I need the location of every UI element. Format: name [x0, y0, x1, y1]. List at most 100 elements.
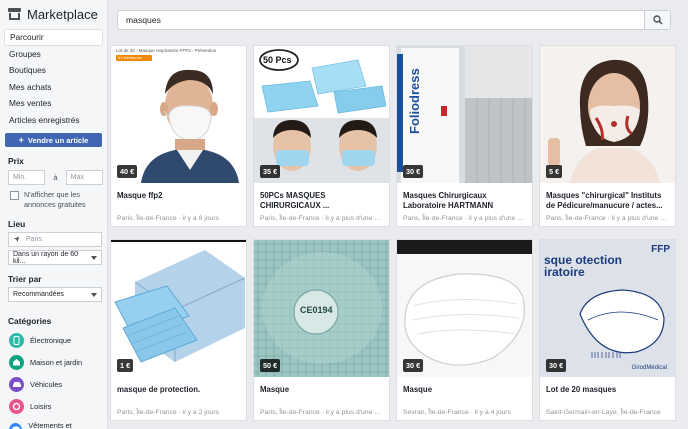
nav-item-groupes[interactable]: Groupes	[4, 46, 103, 63]
category-electronique[interactable]: Électronique	[4, 329, 103, 351]
marketplace-icon	[8, 8, 21, 20]
listing-title: 50PCs MASQUES CHIRURGICAUX ...	[260, 191, 330, 210]
man-with-mask-photo	[141, 69, 239, 183]
price-max-input[interactable]: Max	[65, 170, 103, 185]
brand[interactable]: Marketplace	[4, 4, 103, 24]
listing-card[interactable]: 5 € Masques "chirurgical" Instituts de P…	[539, 45, 676, 227]
listing-image: 50 Pcs 35 €	[254, 46, 389, 183]
listing-card[interactable]: 50 Pcs 35 € 50PCs MASQUES CHIRURGICAUX .…	[253, 45, 390, 227]
nav-item-boutiques[interactable]: Boutiques	[4, 62, 103, 79]
listing-title: Masques "chirurgical" Instituts de Pédic…	[546, 191, 663, 210]
price-badge: 40 €	[117, 165, 138, 178]
price-range: Min. à Max	[4, 170, 103, 185]
sort-value: Recommandées	[13, 291, 64, 298]
category-label: Loisirs	[30, 401, 52, 411]
listing-meta: Paris, Île-de-France · il y a plus d'une…	[546, 215, 670, 222]
search-input[interactable]	[118, 11, 644, 29]
woman-with-mask-photo	[548, 59, 660, 183]
surgical-masks-pack-photo	[254, 49, 389, 183]
location-section-title: Lieu	[8, 219, 26, 229]
app-title: Marketplace	[27, 6, 98, 22]
listing-image: Lot de 20 - Masque respiratoire FFP2 - P…	[111, 46, 246, 183]
listing-image: CE0194 50 €	[254, 240, 389, 377]
price-badge: 50 €	[260, 359, 281, 372]
listing-image: sque otection iratoire FFP GirodMédical …	[540, 240, 675, 377]
category-label: Véhicules	[30, 379, 63, 389]
location-value: Paris	[26, 236, 42, 243]
category-vetements[interactable]: Vêtements et accessoires	[4, 417, 103, 429]
listing-card[interactable]: CE0194 50 € Masque Paris, Île-de-France …	[253, 239, 390, 421]
category-label: Vêtements et accessoires	[28, 421, 72, 429]
price-badge: 30 €	[546, 359, 567, 372]
hobby-icon	[9, 398, 24, 414]
listing-image: 1 €	[111, 240, 246, 377]
listing-card[interactable]: Lot de 20 - Masque respiratoire FFP2 - P…	[110, 45, 247, 227]
chevron-down-icon	[91, 255, 97, 260]
search-button[interactable]	[644, 11, 670, 29]
category-vehicules[interactable]: Véhicules	[4, 373, 103, 395]
price-badge: 5 €	[546, 165, 563, 178]
listing-image: 30 €	[397, 240, 532, 377]
package-text: sque otection iratoire	[544, 253, 623, 279]
listing-card[interactable]: sque otection iratoire FFP GirodMédical …	[539, 239, 676, 421]
radius-value: Dans un rayon de 60 kil...	[13, 250, 78, 265]
listing-meta: Paris, Île-de-France · il y a 6 jours	[117, 215, 219, 222]
sort-section-title: Trier par	[8, 274, 42, 284]
listing-title: Masques Chirurgicaux Laboratoire HARTMAN…	[403, 191, 494, 210]
listing-card[interactable]: 30 € Masque Sevran, Île-de-France · il y…	[396, 239, 533, 421]
free-only-label: N'afficher que les annonces gratuites	[24, 190, 86, 209]
price-separator: à	[53, 173, 58, 182]
sidebar-nav: Parcourir Groupes Boutiques Mes achats M…	[4, 29, 103, 128]
price-badge: 30 €	[403, 359, 424, 372]
nav-item-mes-achats[interactable]: Mes achats	[4, 79, 103, 96]
nav-item-articles-enregistres[interactable]: Articles enregistrés	[4, 112, 103, 129]
package-brand-label: GirodMédical	[631, 365, 667, 371]
price-badge: 1 €	[117, 359, 134, 372]
price-badge: 30 €	[403, 165, 424, 178]
listing-image: Foliodress 30 €	[397, 46, 532, 183]
listing-meta: Saint-Germain-en-Laye, Île-de-France	[546, 409, 661, 416]
phone-icon	[9, 332, 24, 348]
location-arrow-icon	[13, 236, 20, 243]
free-only-checkbox[interactable]	[10, 191, 19, 200]
search-bar	[117, 10, 671, 30]
listing-meta: Paris, Île-de-France · il y a plus d'une…	[260, 215, 384, 222]
blue-masks-box-photo	[114, 250, 246, 363]
price-badge: 35 €	[260, 165, 281, 178]
listing-title: Masque ffp2	[117, 191, 163, 200]
listing-meta: Paris, Île-de-France · il y a plus d'une…	[403, 215, 527, 222]
listing-meta: Paris, Île-de-France · il y a 2 jours	[117, 409, 219, 416]
listing-image: 5 €	[540, 46, 675, 183]
listing-meta: Sevran, Île-de-France · il y a 4 jours	[403, 409, 512, 416]
sort-select[interactable]: Recommandées	[8, 287, 102, 302]
category-label: Électronique	[30, 335, 72, 345]
listings-grid: Lot de 20 - Masque respiratoire FFP2 - P…	[110, 45, 678, 429]
radius-select[interactable]: Dans un rayon de 60 kil...	[8, 250, 102, 265]
price-min-input[interactable]: Min.	[8, 170, 46, 185]
category-list: Électronique Maison et jardin Véhicules …	[4, 329, 103, 429]
sell-item-button[interactable]: + Vendre un article	[5, 133, 102, 147]
free-only-filter[interactable]: N'afficher que les annonces gratuites	[4, 190, 103, 210]
ffp2-code-label: CE0194	[300, 305, 333, 315]
box-brand-label: Foliodress	[407, 68, 422, 134]
package-class-label: FFP	[651, 244, 670, 255]
listing-title: masque de protection.	[117, 385, 201, 394]
search-icon	[652, 15, 663, 25]
category-label: Maison et jardin	[30, 357, 83, 367]
listing-card[interactable]: 1 € masque de protection. Paris, Île-de-…	[110, 239, 247, 421]
price-section-title: Prix	[8, 156, 24, 166]
listing-meta: Paris, Île-de-France · il y a plus d'une…	[260, 409, 384, 416]
location-input[interactable]: Paris	[8, 232, 102, 247]
sell-item-label: Vendre un article	[27, 135, 89, 145]
listing-title: Lot de 20 masques	[546, 385, 617, 394]
chevron-down-icon	[91, 292, 97, 297]
nav-item-parcourir[interactable]: Parcourir	[4, 29, 103, 46]
category-maison-jardin[interactable]: Maison et jardin	[4, 351, 103, 373]
pack-count-label: 50 Pcs	[263, 55, 292, 65]
listing-title: Masque	[260, 385, 290, 394]
sidebar: Marketplace Parcourir Groupes Boutiques …	[0, 0, 108, 429]
clothes-icon	[9, 422, 23, 429]
category-loisirs[interactable]: Loisirs	[4, 395, 103, 417]
nav-item-mes-ventes[interactable]: Mes ventes	[4, 95, 103, 112]
listing-card[interactable]: Foliodress 30 € Masques Chirurgicaux Lab…	[396, 45, 533, 227]
